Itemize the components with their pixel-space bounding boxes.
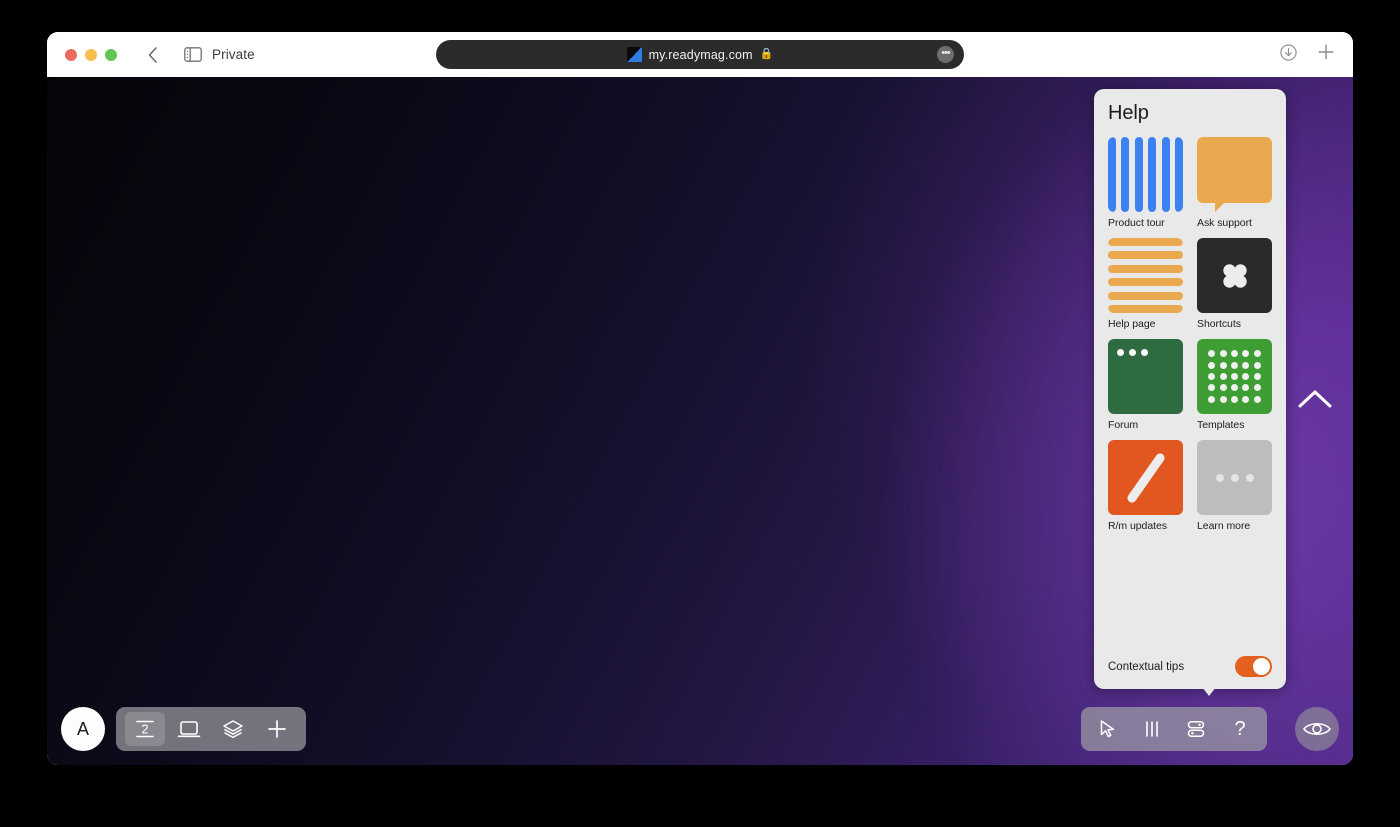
settings-icon (1187, 721, 1205, 737)
help-tile-help-page[interactable]: Help page (1108, 238, 1183, 330)
updates-icon (1108, 440, 1183, 515)
help-tile-product-tour[interactable]: Product tour (1108, 137, 1183, 229)
help-tile-ask-support[interactable]: Ask support (1197, 137, 1272, 229)
help-tile-shortcuts[interactable]: Shortcuts (1197, 238, 1272, 330)
contextual-tips-label: Contextual tips (1108, 660, 1185, 673)
help-panel-pointer (1202, 687, 1216, 696)
help-tile-rm-updates[interactable]: R/m updates (1108, 440, 1183, 532)
help-tile-label: Help page (1108, 318, 1156, 330)
browser-toolbar: Private my.readymag.com 🔒 ••• (47, 32, 1353, 77)
tool-columns[interactable] (1135, 712, 1169, 746)
toggle-knob (1253, 658, 1270, 675)
sidebar-toggle-button[interactable] (183, 45, 203, 65)
help-tile-label: Learn more (1197, 520, 1251, 532)
chevron-up-icon (1298, 390, 1332, 408)
address-bar-url: my.readymag.com (648, 47, 753, 62)
address-bar-menu-button[interactable]: ••• (937, 46, 954, 63)
help-page-icon (1108, 238, 1183, 313)
avatar[interactable]: A (61, 707, 105, 751)
site-favicon-icon (626, 47, 642, 62)
tool-settings[interactable] (1179, 712, 1213, 746)
svg-text:2: 2 (141, 722, 148, 737)
columns-icon (1146, 721, 1158, 737)
private-browsing-label: Private (212, 47, 255, 62)
clover-glyph-icon (1222, 263, 1247, 288)
eye-icon (1303, 722, 1331, 736)
help-tile-label: Shortcuts (1197, 318, 1241, 330)
close-window-button[interactable] (65, 48, 77, 61)
tool-select-cursor[interactable] (1091, 712, 1125, 746)
download-icon (1280, 43, 1297, 61)
lock-icon: 🔒 (759, 48, 774, 60)
help-tile-label: Templates (1197, 419, 1245, 431)
help-tile-forum[interactable]: Forum (1108, 339, 1183, 431)
browser-actions (1280, 43, 1335, 66)
new-tab-button[interactable] (1317, 43, 1335, 66)
tool-help[interactable]: ? (1223, 712, 1257, 746)
contextual-tips-toggle[interactable] (1235, 656, 1272, 677)
help-tile-label: Ask support (1197, 217, 1252, 229)
back-button[interactable] (141, 44, 163, 66)
address-bar[interactable]: my.readymag.com 🔒 ••• (436, 40, 964, 69)
tool-add[interactable] (257, 712, 297, 746)
cursor-icon (1100, 720, 1115, 738)
maximize-window-button[interactable] (105, 48, 117, 61)
help-tile-label: Forum (1108, 419, 1139, 431)
chevron-left-icon (148, 46, 157, 63)
browser-window: Private my.readymag.com 🔒 ••• Help Produ… (47, 32, 1353, 765)
plus-icon (1318, 44, 1334, 60)
help-tile-label: Product tour (1108, 217, 1165, 229)
help-panel-title: Help (1108, 102, 1149, 124)
help-panel: Help Product tour Ask support Help page … (1094, 89, 1286, 689)
contextual-tips-row: Contextual tips (1108, 656, 1272, 677)
editor-canvas[interactable]: Help Product tour Ask support Help page … (47, 77, 1353, 765)
layers-icon (223, 720, 243, 739)
templates-icon (1197, 339, 1272, 414)
help-tile-grid: Product tour Ask support Help page Short… (1108, 137, 1272, 532)
downloads-button[interactable] (1280, 43, 1297, 66)
chevron-up-marker[interactable] (1297, 387, 1333, 411)
left-toolbar: 2 (116, 707, 306, 751)
plus-icon (268, 720, 286, 738)
forum-icon (1108, 339, 1183, 414)
typography-icon: 2 (136, 720, 154, 738)
avatar-initial: A (76, 718, 89, 739)
screen-root: Private my.readymag.com 🔒 ••• Help Produ… (0, 0, 1400, 827)
minimize-window-button[interactable] (85, 48, 97, 61)
tool-screen[interactable] (169, 712, 209, 746)
preview-button[interactable] (1295, 707, 1339, 751)
window-controls (65, 48, 117, 61)
right-toolbar: ? (1081, 707, 1267, 751)
help-tile-templates[interactable]: Templates (1197, 339, 1272, 431)
shortcuts-icon (1197, 238, 1272, 313)
help-tile-learn-more[interactable]: Learn more (1197, 440, 1272, 532)
screen-icon (177, 721, 201, 738)
tool-typography[interactable]: 2 (125, 712, 165, 746)
help-tile-label: R/m updates (1108, 520, 1167, 532)
tool-layers[interactable] (213, 712, 253, 746)
learn-more-icon (1197, 440, 1272, 515)
sidebar-toggle-icon (184, 47, 202, 62)
ask-support-icon (1197, 137, 1272, 212)
address-bar-content: my.readymag.com 🔒 (626, 47, 774, 62)
product-tour-icon (1108, 137, 1183, 212)
